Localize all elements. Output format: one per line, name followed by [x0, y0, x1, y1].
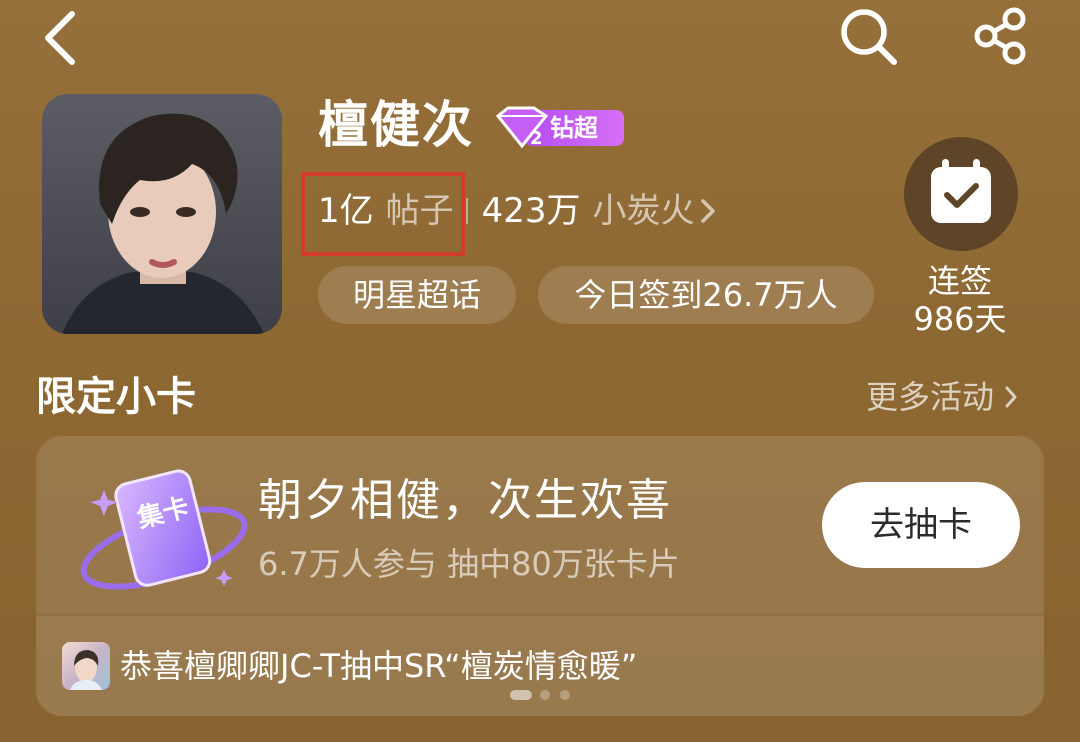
chevron-right-icon[interactable] [699, 196, 717, 226]
carousel-dot [540, 690, 550, 700]
diamond-icon: 2 [495, 106, 549, 149]
back-icon[interactable] [38, 8, 86, 68]
calendar-check-icon [931, 159, 991, 223]
more-activities-label[interactable]: 更多活动 [866, 374, 994, 420]
winner-avatar [62, 642, 110, 690]
checkin-count-chip[interactable]: 今日签到26.7万人 [538, 266, 874, 324]
more-activities-link[interactable]: 更多活动 [866, 374, 1018, 420]
category-chip[interactable]: 明星超话 [318, 266, 516, 324]
topic-name: 檀健次 [318, 96, 474, 154]
event-subtitle: 6.7万人参与 抽中80万张卡片 [258, 545, 680, 583]
share-icon[interactable] [968, 4, 1032, 68]
streak-days: 986天 [913, 300, 1007, 338]
topic-avatar[interactable] [42, 94, 282, 334]
fans-count: 423万 [481, 191, 581, 231]
carousel-dot [560, 690, 570, 700]
section-title: 限定小卡 [36, 374, 196, 420]
search-icon[interactable] [838, 6, 900, 68]
highlight-box [301, 172, 465, 256]
carousel-indicator [510, 690, 574, 702]
svg-text:2: 2 [530, 128, 543, 149]
event-title: 朝夕相健，次生欢喜 [258, 475, 672, 526]
checkin-button[interactable] [904, 137, 1018, 251]
portrait-image [62, 113, 264, 334]
draw-card-button[interactable]: 去抽卡 [822, 482, 1020, 568]
tier-badge: 钻超 2 [494, 106, 626, 150]
card-divider [36, 614, 1044, 616]
streak-label: 连签 986天 [900, 262, 1020, 338]
winner-announcement: 恭喜檀卿卿JC-T抽中SR“檀炭情愈暖” [120, 647, 638, 685]
streak-label-text: 连签 [927, 262, 992, 300]
carousel-dot-active [510, 690, 532, 700]
tier-badge-label: 钻超 [550, 114, 598, 142]
stats-divider [465, 198, 468, 224]
fans-label[interactable]: 小炭火 [593, 186, 695, 236]
card-collect-icon: 集卡 [80, 469, 248, 590]
card-collect-event[interactable]: 集卡 朝夕相健，次生欢喜 6.7万人参与 抽中80万张卡片 去抽卡 恭喜檀卿卿J… [36, 436, 1044, 716]
chevron-right-icon [1005, 386, 1017, 408]
